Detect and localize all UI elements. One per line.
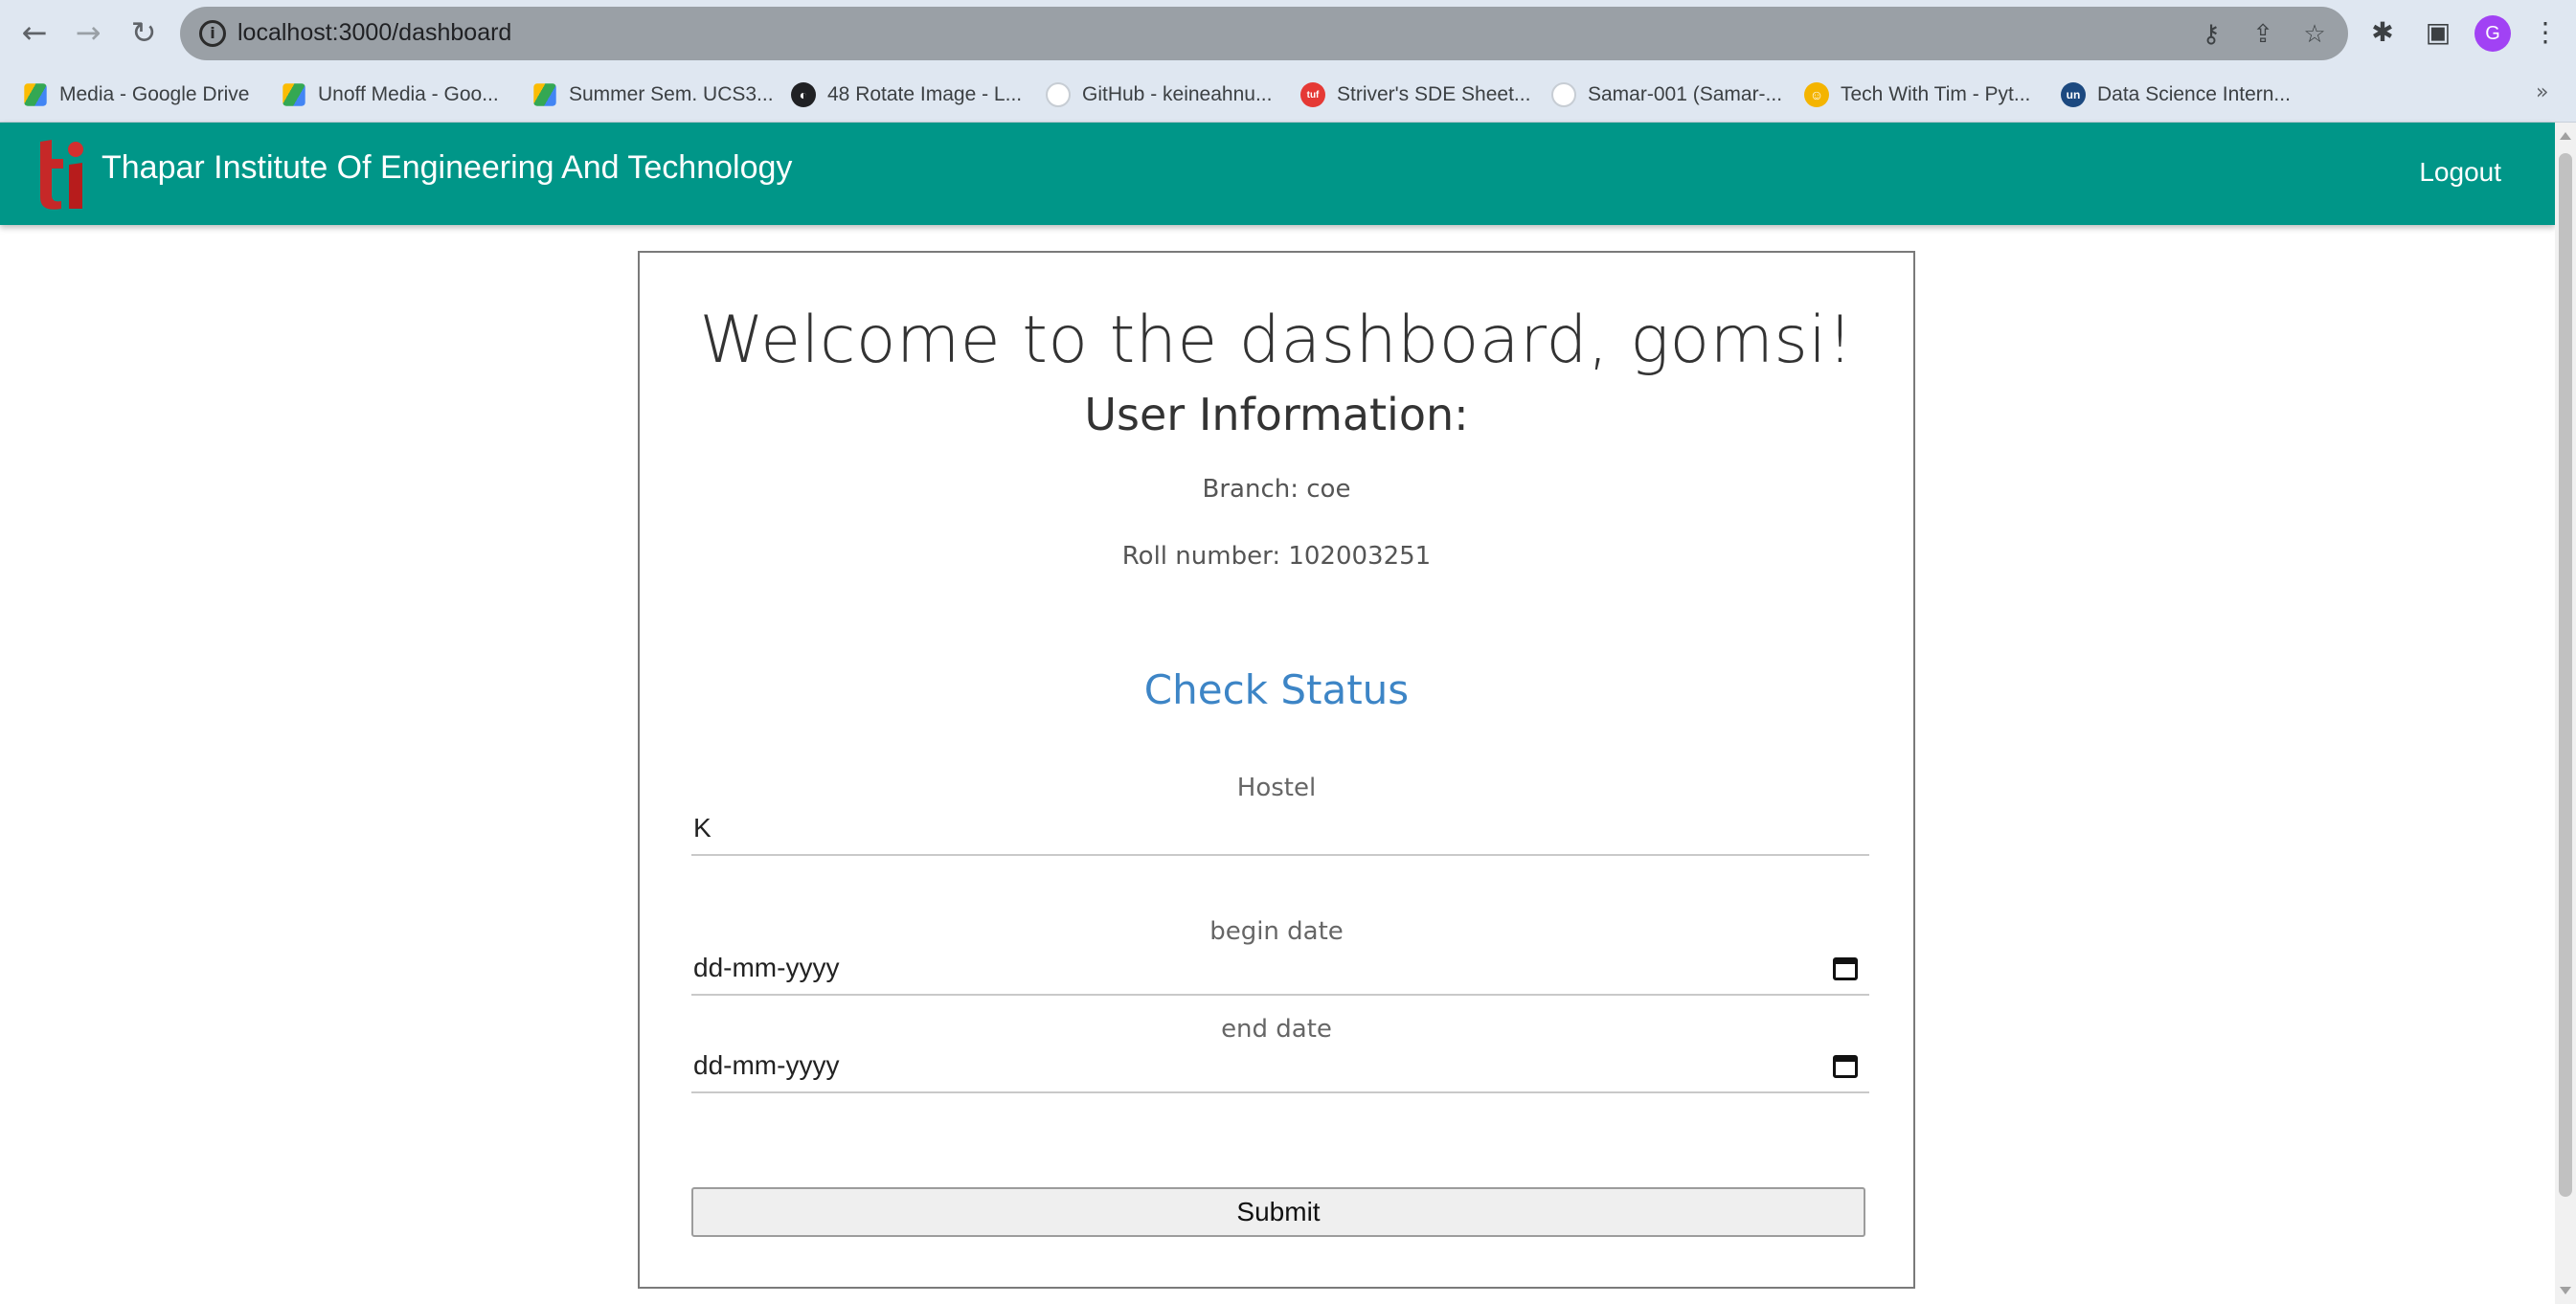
browser-toolbar: ← → ↻ i localhost:3000/dashboard ⚷ ⇪ ☆ ✱…	[0, 0, 2576, 67]
bookmark-item[interactable]: Summer Sem. UCS3...	[532, 67, 774, 123]
begin-date-input[interactable]	[691, 942, 1869, 996]
bookmark-item[interactable]: Media - Google Drive	[23, 67, 249, 123]
share-icon[interactable]: ⇪	[2247, 18, 2279, 51]
user-info-heading: User Information:	[1084, 389, 1469, 440]
github-icon	[1046, 82, 1071, 107]
side-panel-icon[interactable]: ▣	[2419, 13, 2457, 52]
forward-arrow-icon[interactable]: →	[69, 13, 107, 52]
bookmark-item[interactable]: GitHub - keineahnu...	[1046, 67, 1272, 123]
scroll-down-arrow-icon[interactable]	[2560, 1287, 2571, 1294]
bookmark-label: 48 Rotate Image - L...	[827, 83, 1023, 105]
bookmark-label: Tech With Tim - Pyt...	[1841, 83, 2031, 105]
extensions-puzzle-icon[interactable]: ✱	[2363, 13, 2402, 52]
bookmark-item[interactable]: tuf Striver's SDE Sheet...	[1300, 67, 1530, 123]
submit-button[interactable]: Submit	[691, 1187, 1865, 1237]
calendar-icon[interactable]	[1833, 1055, 1858, 1078]
end-date-input[interactable]	[691, 1040, 1869, 1093]
branch-text: Branch: coe	[1202, 475, 1351, 504]
page-scrollbar[interactable]	[2555, 123, 2576, 1304]
bookmark-item[interactable]: ☺ Tech With Tim - Pyt...	[1804, 67, 2030, 123]
bookmark-item[interactable]: Unoff Media - Goo...	[282, 67, 499, 123]
app-navbar: Thapar Institute Of Engineering And Tech…	[0, 123, 2555, 225]
more-bookmarks-chevron-icon[interactable]: »	[2536, 80, 2548, 104]
profile-avatar[interactable]: G	[2474, 15, 2511, 52]
bookmark-item[interactable]: ◐ 48 Rotate Image - L...	[791, 67, 1022, 123]
bookmark-item[interactable]: un Data Science Intern...	[2061, 67, 2291, 123]
github-icon	[1551, 82, 1576, 107]
tuf-icon: tuf	[1300, 82, 1325, 107]
scroll-up-arrow-icon[interactable]	[2560, 132, 2571, 140]
google-drive-icon	[533, 83, 556, 106]
key-icon[interactable]: ⚷	[2195, 18, 2227, 51]
bookmark-label: Media - Google Drive	[59, 83, 250, 105]
site-info-icon[interactable]: i	[199, 20, 226, 47]
globe-icon: ◐	[791, 82, 816, 107]
dashboard-card: Welcome to the dashboard, gomsi! User In…	[638, 251, 1915, 1289]
url-text[interactable]: localhost:3000/dashboard	[237, 19, 511, 47]
thapar-logo-icon	[40, 140, 83, 210]
logout-link[interactable]: Logout	[2419, 157, 2501, 188]
welcome-heading: Welcome to the dashboard, gomsi!	[699, 303, 1854, 378]
reload-icon[interactable]: ↻	[124, 13, 163, 52]
google-drive-icon	[24, 83, 47, 106]
menu-kebab-icon[interactable]: ⋮	[2526, 13, 2565, 52]
unstop-icon: un	[2061, 82, 2086, 107]
hostel-input[interactable]	[691, 802, 1869, 856]
bookmarks-bar: Media - Google Drive Unoff Media - Goo..…	[0, 67, 2576, 123]
address-bar[interactable]: i localhost:3000/dashboard ⚷ ⇪ ☆	[180, 7, 2348, 60]
bookmark-label: Striver's SDE Sheet...	[1337, 83, 1531, 105]
calendar-icon[interactable]	[1833, 957, 1858, 980]
page-viewport: Thapar Institute Of Engineering And Tech…	[0, 123, 2576, 1304]
bookmark-item[interactable]: Samar-001 (Samar-...	[1551, 67, 1782, 123]
bookmark-star-icon[interactable]: ☆	[2298, 18, 2331, 51]
bookmark-label: Data Science Intern...	[2097, 83, 2291, 105]
back-arrow-icon[interactable]: ←	[15, 13, 54, 52]
bookmark-label: Unoff Media - Goo...	[318, 83, 499, 105]
bookmark-label: Summer Sem. UCS3...	[569, 83, 774, 105]
roll-number-text: Roll number: 102003251	[1121, 542, 1432, 571]
hostel-label: Hostel	[1236, 774, 1317, 802]
google-drive-icon	[282, 83, 305, 106]
brand-title[interactable]: Thapar Institute Of Engineering And Tech…	[102, 149, 792, 187]
bookmark-label: GitHub - keineahnu...	[1082, 83, 1273, 105]
bookmark-label: Samar-001 (Samar-...	[1588, 83, 1783, 105]
scrollbar-thumb[interactable]	[2559, 153, 2572, 1197]
check-status-heading: Check Status	[1143, 666, 1410, 713]
tech-with-tim-icon: ☺	[1804, 82, 1829, 107]
